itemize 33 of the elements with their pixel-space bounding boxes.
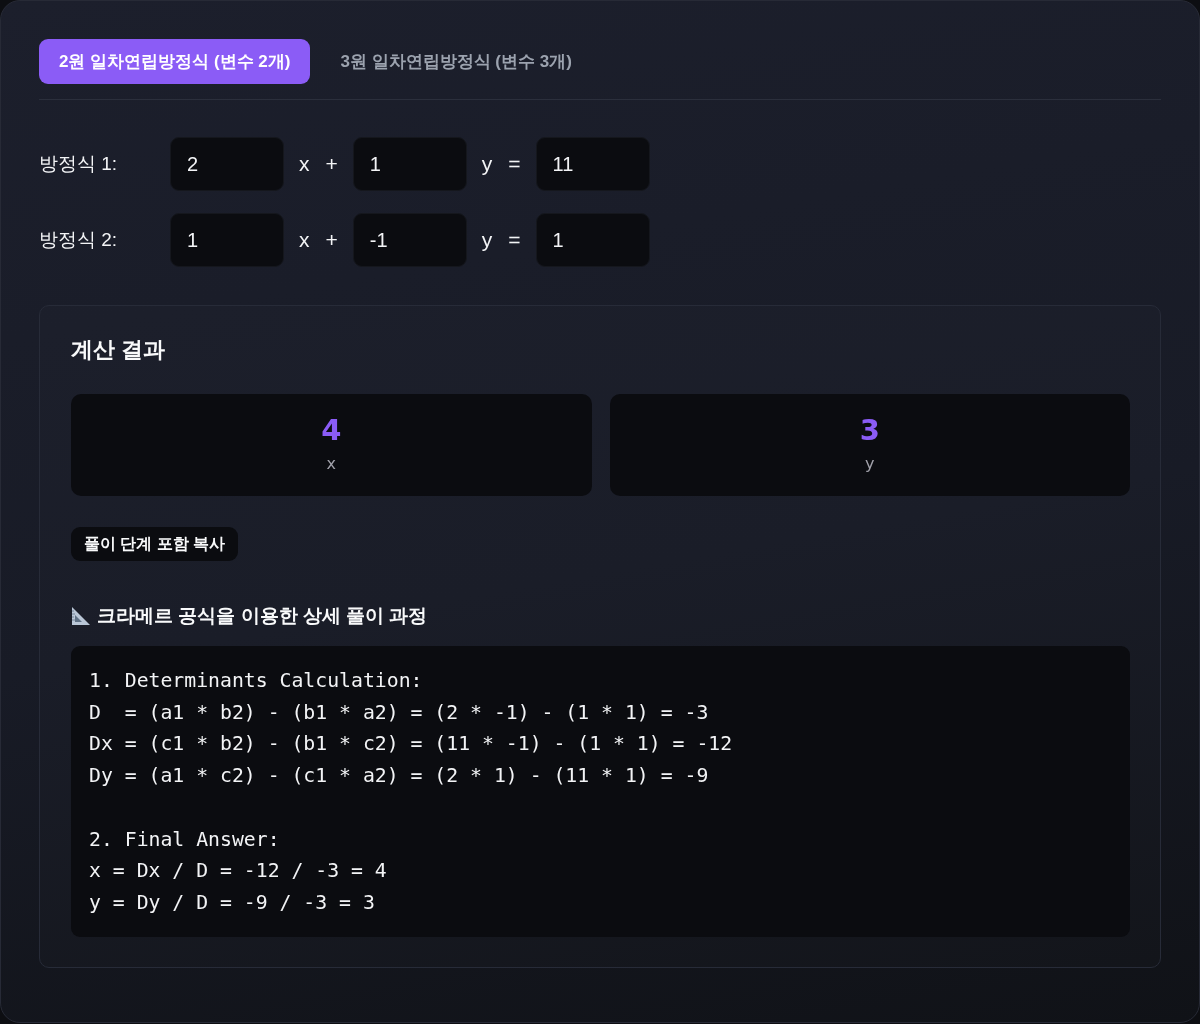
result-label: y	[865, 453, 875, 474]
solution-heading: 크라메르 공식을 이용한 상세 풀이 과정	[97, 604, 428, 628]
code-heading: 1. Determinants Calculation:	[89, 668, 424, 694]
variable-label: x	[298, 228, 311, 252]
result-label: x	[326, 453, 336, 474]
equation-label: 방정식 2:	[39, 228, 119, 252]
code-heading: 2. Final Answer:	[89, 826, 281, 853]
code-line: D = (a1 * b2) - (b1 * a2) = (2 * -1) - (1 * 1) = -3	[89, 699, 710, 726]
results-title: 계산 결과	[71, 336, 167, 364]
mode-tab[interactable]: 3원 일차연립방정식 (변수 3개)	[320, 39, 592, 84]
result-value: 4	[321, 412, 342, 447]
variable-label: y	[480, 228, 494, 252]
operator-sign: +	[324, 228, 339, 252]
coefficient-input[interactable]: -1	[352, 213, 467, 267]
operator-sign: +	[324, 152, 339, 176]
mode-tab[interactable]: 2원 일차연립방정식 (변수 2개)	[39, 39, 311, 84]
coefficient-input[interactable]: 1	[535, 213, 650, 267]
operator-sign: =	[507, 152, 522, 176]
code-line: Dy = (a1 * c2) - (c1 * a2) = (2 * 1) - (11 * 1) = -9	[89, 763, 710, 790]
coefficient-input[interactable]: 1	[352, 137, 467, 191]
code-line: x = Dx / D = -12 / -3 = 4	[89, 858, 388, 885]
code-line: Dx = (c1 * b2) - (b1 * c2) = (11 * -1) - (1 * 1) = -12	[89, 731, 734, 758]
variable-label: x	[298, 152, 311, 176]
result-value: 3	[859, 412, 880, 447]
operator-sign: =	[507, 228, 522, 252]
code-line: y = Dy / D = -9 / -3 = 3	[89, 889, 376, 916]
coefficient-input[interactable]: 2	[170, 137, 284, 191]
coefficient-input[interactable]: 1	[170, 213, 284, 267]
triangle-ruler-icon	[71, 606, 91, 626]
equation-label: 방정식 1:	[39, 152, 119, 176]
copy-button[interactable]: 풀이 단계 포함 복사	[71, 527, 239, 561]
variable-label: y	[480, 152, 494, 176]
coefficient-input[interactable]: 11	[535, 137, 650, 191]
